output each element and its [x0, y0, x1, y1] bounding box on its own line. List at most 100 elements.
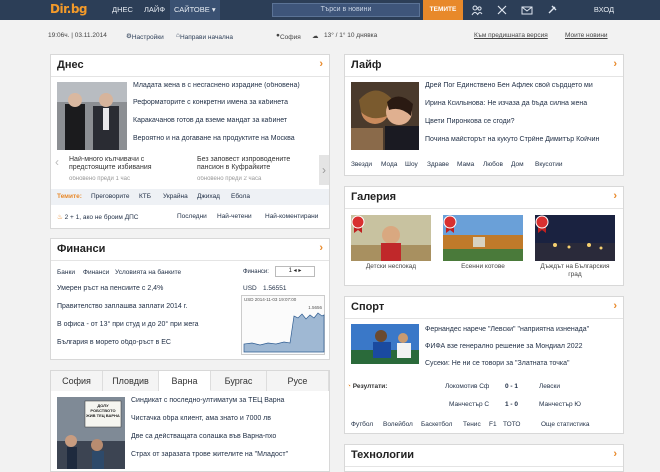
chevron-left-icon[interactable]: ‹ [55, 155, 61, 183]
pin-icon[interactable] [546, 4, 558, 16]
settings-link[interactable]: ⚙ Настройки [126, 32, 164, 41]
life-link[interactable]: Мода [381, 161, 397, 168]
sport-link[interactable]: Баскетбол [421, 421, 452, 428]
finance-section: Финанси › Банки Финанси Условията на банк… [50, 238, 330, 360]
today-header[interactable]: Днес › [51, 55, 329, 77]
finance-link[interactable]: Финанси [83, 269, 109, 276]
life-link[interactable]: Звезди [351, 161, 372, 168]
sport-link[interactable]: ТОТО [503, 421, 520, 428]
life-header[interactable]: Лайф › [345, 55, 623, 77]
sport-header[interactable]: Спорт › [345, 297, 623, 319]
poll-link[interactable]: ♨ 2 + 1, ако не броим ДПС [57, 213, 138, 221]
sport-link[interactable]: F1 [489, 421, 497, 428]
topics-button[interactable]: ТЕМИТЕ [423, 0, 463, 20]
regions-headline[interactable]: Две са действащата солашка във Варна-пхо [131, 433, 325, 440]
chevron-right-icon[interactable]: › [319, 155, 329, 185]
rate-label: Финанси: [243, 269, 269, 275]
my-news-link[interactable]: Моите новини [565, 32, 608, 39]
gallery-title: Галерия [351, 191, 397, 203]
tech-header[interactable]: Технологии › [345, 445, 623, 467]
life-link[interactable]: Здраве [427, 161, 449, 168]
finance-headline[interactable]: В офиса - от 13° при студ и до 20° при ж… [57, 321, 237, 328]
sport-link[interactable]: Футбол [351, 421, 373, 428]
today-sub-headline[interactable]: Без заповест изпроводените пансион в Куф… [197, 156, 317, 172]
life-photo[interactable] [351, 82, 419, 150]
regions-headline[interactable]: Чистачка обра клиент, ама знато и 7000 л… [131, 415, 325, 422]
sport-headline[interactable]: ФИФА взе генерално решение за Мондиал 20… [425, 343, 619, 350]
sport-link[interactable]: Тенис [463, 421, 481, 428]
today-headline[interactable]: Каракачанов готов да вземе мандат за каб… [133, 117, 323, 124]
nav-sites[interactable]: САЙТОВЕ ▾ [170, 0, 220, 20]
today-title: Днес [57, 59, 84, 71]
tab-sofia[interactable]: София [51, 371, 103, 391]
life-link[interactable]: Дом [511, 161, 524, 168]
life-link[interactable]: Любов [483, 161, 503, 168]
chevron-right-icon[interactable]: › [319, 242, 323, 254]
sport-headline[interactable]: Сусеки: Не ни се товори за "Златната точ… [425, 360, 619, 367]
life-link[interactable]: Мама [457, 161, 474, 168]
chevron-right-icon[interactable]: › [613, 58, 617, 70]
theme-link[interactable]: Джихад [197, 193, 220, 200]
gallery-caption[interactable]: Есенни котове [443, 263, 523, 271]
tab-plovdiv[interactable]: Пловдив [103, 371, 159, 391]
regions-headline[interactable]: Страх от заразата трове жителите на "Мла… [131, 451, 325, 458]
sport-link[interactable]: Още статистика [541, 421, 589, 428]
chevron-right-icon[interactable]: › [613, 300, 617, 312]
prev-version-link[interactable]: Към предишната версия [474, 32, 548, 39]
regions-photo[interactable]: ДОЛУ РОБСТВОТО ЖИВ ТЕЦ ВАРНА [57, 397, 125, 469]
theme-link[interactable]: Украйна [163, 193, 188, 200]
theme-link[interactable]: КТБ [139, 193, 151, 200]
gallery-caption[interactable]: Дъждът на Българския град [535, 263, 615, 279]
today-headline[interactable]: Реформаторите с конкретни имена за кабин… [133, 99, 323, 106]
today-headline[interactable]: Вероятно и на догаване на продуктите на … [133, 135, 323, 142]
finance-headline[interactable]: България в морето обдо-ръст в ЕС [57, 339, 237, 346]
mail-icon[interactable] [521, 4, 533, 16]
theme-link[interactable]: Ебола [231, 193, 250, 200]
rate-chart[interactable]: USD 2014-11-03 19:07:00 1.5656 [241, 295, 325, 355]
nav-life[interactable]: ЛАЙФ [144, 5, 165, 14]
tab-ruse[interactable]: Русе [267, 371, 329, 391]
currency-select[interactable]: 1 ◂ ▸ [275, 266, 315, 277]
chevron-right-icon[interactable]: › [613, 190, 617, 202]
people-icon[interactable] [471, 4, 483, 16]
gallery-caption[interactable]: Детски неспокад [351, 263, 431, 271]
tab-burgas[interactable]: Бургас [211, 371, 267, 391]
finance-link[interactable]: Условията на банките [115, 269, 181, 276]
life-headline[interactable]: Цвети Пиронкова се сгоди? [425, 118, 619, 125]
nav-today[interactable]: ДНЕС [112, 5, 133, 14]
today-photo[interactable] [57, 82, 127, 150]
sort-most-read[interactable]: Най-четени [217, 213, 252, 220]
chevron-right-icon[interactable]: › [613, 448, 617, 460]
life-headline[interactable]: Дрей Пог Единствено Бен Афлек свой сърдц… [425, 82, 619, 89]
result-home[interactable]: Манчестър С [449, 401, 489, 408]
today-headline[interactable]: Младата жена в с несгаснено израдине (об… [133, 82, 323, 89]
finance-headline[interactable]: Умерен ръст на пенсиите с 2,4% [57, 285, 237, 292]
sport-headline[interactable]: Фернандес нарече "Левски" "наприятна изн… [425, 326, 619, 333]
life-link[interactable]: Шоу [405, 161, 418, 168]
chevron-right-icon[interactable]: › [319, 58, 323, 70]
result-away[interactable]: Левски [539, 383, 560, 390]
sport-photo[interactable] [351, 324, 419, 364]
life-link[interactable]: Вкусотии [535, 161, 562, 168]
settings-icon[interactable] [496, 4, 508, 16]
site-logo[interactable]: Dir.bg [50, 2, 102, 18]
result-home[interactable]: Локомотив Сф [445, 383, 489, 390]
finance-header[interactable]: Финанси › [51, 239, 329, 261]
finance-link[interactable]: Банки [57, 269, 75, 276]
today-sub-headline[interactable]: Най-много кълчивачи с предстоящите избив… [69, 156, 181, 172]
weather-city[interactable]: ● София [276, 32, 301, 41]
result-away[interactable]: Манчестър Ю [539, 401, 581, 408]
finance-headline[interactable]: Правителство заплашва заплати 2014 г. [57, 303, 237, 310]
search-input[interactable]: Търси в новини [272, 3, 420, 17]
gallery-header[interactable]: Галерия › [345, 187, 623, 209]
life-headline[interactable]: Почина майсторът на кукуто Стрйне Димитъ… [425, 136, 619, 143]
sort-latest[interactable]: Последни [177, 213, 207, 220]
homepage-link[interactable]: ⌂ Направи начална [176, 32, 233, 41]
sport-link[interactable]: Волейбол [383, 421, 413, 428]
login-button[interactable]: ВХОД [578, 3, 630, 17]
life-headline[interactable]: Ирина Ксилынова: Не изчаза да бъда силна… [425, 100, 619, 107]
sort-most-commented[interactable]: Най-коментирани [265, 213, 318, 220]
regions-headline[interactable]: Синдикат с последно-ултиматум за ТЕЦ Вар… [131, 397, 325, 404]
theme-link[interactable]: Преговорите [91, 193, 130, 200]
tab-varna[interactable]: Варна [159, 371, 211, 391]
